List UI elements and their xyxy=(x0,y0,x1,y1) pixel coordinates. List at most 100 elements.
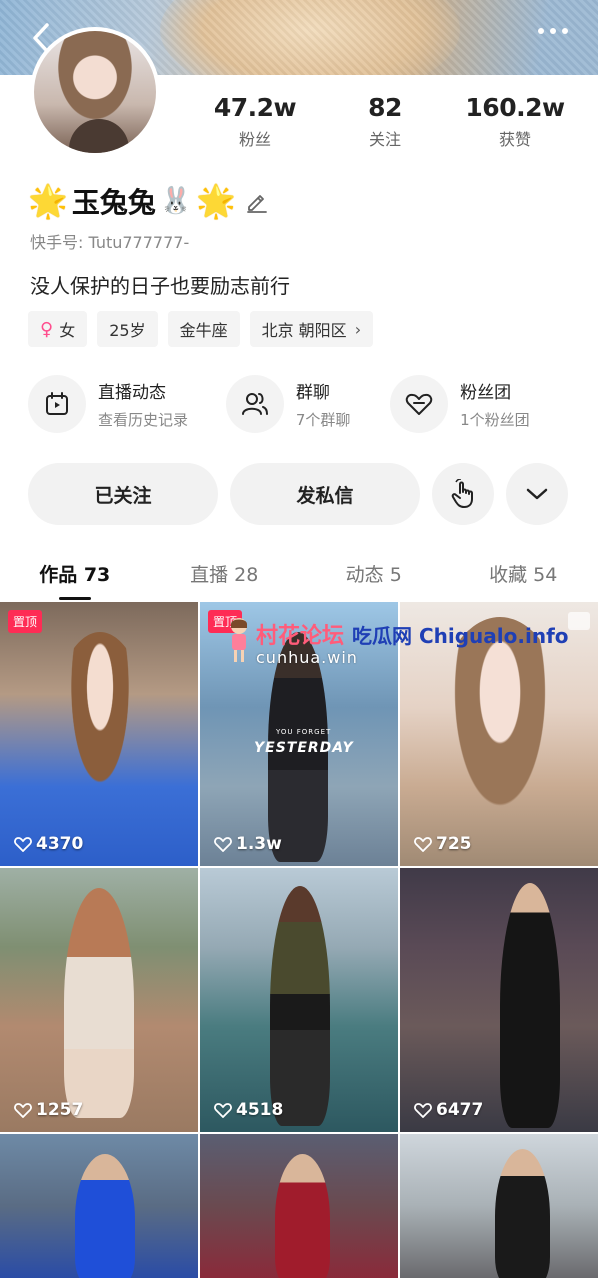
chevron-right-icon: › xyxy=(354,319,362,339)
rabbit-icon: 🐰 xyxy=(159,186,193,216)
heart-icon xyxy=(214,1103,232,1118)
live-calendar-icon xyxy=(28,375,86,433)
tab-live[interactable]: 直播 28 xyxy=(150,550,300,600)
heart-icon xyxy=(214,837,232,852)
feature-title: 群聊 xyxy=(295,383,330,403)
like-count: 725 xyxy=(414,834,472,854)
tag-zodiac: 金牛座 xyxy=(167,311,240,347)
star-icon: 🌟 xyxy=(196,182,237,220)
more-dot-icon xyxy=(562,28,568,34)
image-type-icon xyxy=(568,612,590,630)
thumbnail-subject xyxy=(495,1149,550,1278)
thumbnail-subject xyxy=(270,886,330,1126)
like-count: 1257 xyxy=(14,1100,83,1120)
stat-fans[interactable]: 47.2w 粉丝 xyxy=(190,93,320,150)
like-count: 1.3w xyxy=(214,834,282,854)
more-dot-icon xyxy=(538,28,544,34)
profile-tags: ♀ 女 25岁 金牛座 北京 朝阳区 › xyxy=(28,311,374,347)
video-thumbnail[interactable]: 置顶 4370 xyxy=(0,602,198,866)
user-id[interactable]: 快手号: Tutu777777- xyxy=(30,229,189,253)
tag-age: 25岁 xyxy=(97,311,158,347)
feature-subtitle: 1个粉丝团 xyxy=(460,411,530,429)
video-thumbnail[interactable]: 4518 xyxy=(200,868,398,1132)
watermark-site: 吃瓜网 Chigualo.info xyxy=(352,624,569,648)
like-count-value: 6477 xyxy=(436,1100,484,1120)
tag-location[interactable]: 北京 朝阳区 › xyxy=(249,311,374,347)
edit-pencil-icon[interactable] xyxy=(244,188,270,214)
stat-following[interactable]: 82 关注 xyxy=(320,93,450,150)
stat-label: 获赞 xyxy=(498,130,531,149)
action-buttons: 已关注 发私信 xyxy=(28,463,568,525)
works-grid: 置顶 4370 置顶 YOU FORGET YESTERDAY 1.3w 725… xyxy=(0,602,598,1278)
like-count-value: 725 xyxy=(436,834,472,854)
expand-button[interactable] xyxy=(506,463,568,525)
like-count: 4370 xyxy=(14,834,83,854)
stat-label: 关注 xyxy=(368,130,401,149)
name-row: 🌟 玉兔兔 🐰 🌟 xyxy=(28,180,270,222)
thumbnail-subject xyxy=(430,617,570,866)
back-button[interactable] xyxy=(30,22,60,56)
more-dot-icon xyxy=(550,28,556,34)
hand-pointer-icon xyxy=(451,479,473,508)
group-chat-icon xyxy=(225,375,284,433)
watermark-doll-icon xyxy=(231,618,247,662)
chevron-down-icon xyxy=(526,488,548,500)
tag-gender: ♀ 女 xyxy=(28,311,88,347)
content-tabs: 作品 73 直播 28 动态 5 收藏 54 xyxy=(0,550,598,600)
feature-subtitle: 查看历史记录 xyxy=(98,411,189,429)
feature-subtitle: 7个群聊 xyxy=(295,411,351,429)
star-icon: 🌟 xyxy=(28,182,68,220)
more-options-button[interactable] xyxy=(538,28,568,34)
like-count-value: 1257 xyxy=(36,1100,84,1120)
tab-works[interactable]: 作品 73 xyxy=(0,550,150,600)
pinned-badge: 置顶 xyxy=(8,610,43,633)
followed-button[interactable]: 已关注 xyxy=(28,463,218,525)
heart-icon xyxy=(414,1103,432,1118)
feature-group-chat[interactable]: 群聊 7个群聊 xyxy=(225,375,390,433)
like-count-value: 4518 xyxy=(236,1100,284,1120)
watermark-domain: cunhua.win xyxy=(256,648,358,667)
thumbnail-caption-small: YOU FORGET xyxy=(276,728,332,736)
like-count: 4518 xyxy=(214,1100,283,1120)
heart-icon xyxy=(14,1103,32,1118)
feature-live-history[interactable]: 直播动态 查看历史记录 xyxy=(28,375,226,433)
profile-stats: 47.2w 粉丝 82 关注 160.2w 获赞 xyxy=(190,93,580,150)
video-thumbnail[interactable] xyxy=(400,1134,598,1278)
stat-value: 47.2w xyxy=(213,93,297,122)
feature-fan-club[interactable]: 粉丝团 1个粉丝团 xyxy=(390,375,588,433)
nickname: 玉兔兔 xyxy=(71,186,156,219)
stat-value: 160.2w xyxy=(465,93,565,122)
thumbnail-subject xyxy=(75,1154,135,1278)
video-thumbnail[interactable] xyxy=(0,1134,198,1278)
tab-favorites[interactable]: 收藏 54 xyxy=(449,550,598,600)
feature-title: 直播动态 xyxy=(98,383,166,403)
video-thumbnail[interactable] xyxy=(200,1134,398,1278)
like-count-value: 1.3w xyxy=(236,834,282,854)
video-thumbnail[interactable]: 1257 xyxy=(0,868,198,1132)
stat-label: 粉丝 xyxy=(238,130,271,149)
stat-value: 82 xyxy=(368,93,402,122)
poke-button[interactable] xyxy=(432,463,494,525)
send-message-button[interactable]: 发私信 xyxy=(230,463,420,525)
tab-moments[interactable]: 动态 5 xyxy=(299,550,449,600)
tag-label: 女 xyxy=(59,321,76,340)
watermark-forum: 村花论坛 xyxy=(256,624,345,649)
thumbnail-subject xyxy=(500,883,560,1128)
stat-likes[interactable]: 160.2w 获赞 xyxy=(450,93,580,150)
feature-row: 直播动态 查看历史记录 群聊 7个群聊 粉丝团 1个粉丝团 xyxy=(28,375,588,433)
chevron-left-icon xyxy=(33,23,49,53)
tag-label: 北京 朝阳区 xyxy=(261,321,347,340)
feature-title: 粉丝团 xyxy=(460,383,512,403)
heart-icon xyxy=(14,837,32,852)
thumbnail-subject xyxy=(64,888,134,1118)
bio: 没人保护的日子也要励志前行 xyxy=(30,274,290,298)
thumbnail-subject xyxy=(275,1154,330,1278)
like-count: 6477 xyxy=(414,1100,483,1120)
fan-club-heart-icon xyxy=(390,375,449,433)
thumbnail-subject xyxy=(50,632,150,852)
like-count-value: 4370 xyxy=(36,834,84,854)
thumbnail-caption: YESTERDAY xyxy=(254,740,354,756)
video-thumbnail[interactable]: 6477 xyxy=(400,868,598,1132)
female-icon: ♀ xyxy=(40,318,54,340)
heart-icon xyxy=(414,837,432,852)
